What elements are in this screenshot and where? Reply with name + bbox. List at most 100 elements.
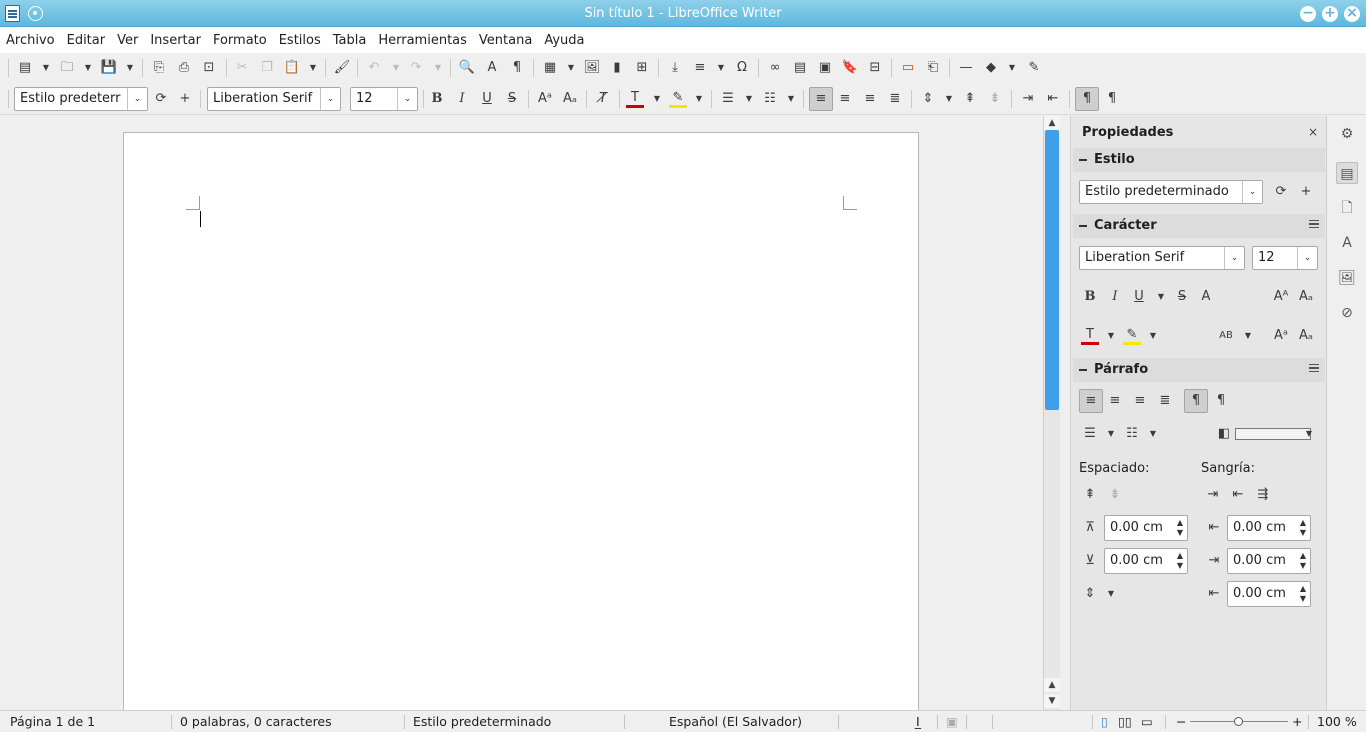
track-changes-icon[interactable]: ⎗ (924, 59, 942, 77)
font-color-dropdown-icon[interactable]: ▼ (653, 90, 661, 108)
spin-arrows-icon[interactable]: ▲ ▼ (1300, 584, 1306, 604)
highlight-color-icon[interactable]: ✎ (669, 90, 687, 108)
single-page-view-icon[interactable]: ▯ (1101, 714, 1108, 729)
zoom-slider-handle[interactable] (1234, 717, 1243, 726)
insert-image-icon[interactable]: 🖼 (583, 59, 601, 77)
insert-hyperlink-icon[interactable]: ∞ (766, 59, 784, 77)
chevron-down-icon[interactable]: ⌄ (397, 88, 417, 110)
copy-icon[interactable]: ❐ (258, 59, 276, 77)
close-button[interactable]: × (1344, 6, 1360, 22)
left-to-right-icon[interactable]: ¶ (1184, 389, 1208, 413)
field-dropdown-icon[interactable]: ▼ (717, 59, 725, 77)
print-icon[interactable]: ⎙ (175, 59, 193, 77)
chevron-down-icon[interactable]: ⌄ (1297, 247, 1317, 269)
align-center-icon[interactable]: ≡ (836, 90, 854, 108)
paragraph-background-icon[interactable]: ◧ (1215, 425, 1233, 443)
first-line-indent-field[interactable]: 0.00 cm ▲ ▼ (1227, 581, 1311, 607)
redo-icon[interactable]: ↷ (407, 59, 425, 77)
cut-icon[interactable]: ✂ (233, 59, 251, 77)
align-right-icon[interactable]: ≡ (1131, 392, 1149, 410)
page-count[interactable]: Página 1 de 1 (10, 714, 95, 729)
bold-icon[interactable]: B (428, 90, 446, 108)
open-dropdown-icon[interactable]: ▼ (84, 59, 92, 77)
formatting-marks-icon[interactable]: ¶ (508, 59, 526, 77)
menu-ver[interactable]: Ver (117, 33, 138, 48)
font-size-combo[interactable]: 12 ⌄ (350, 87, 418, 111)
below-paragraph-spacing-field[interactable]: 0.00 cm ▲ ▼ (1104, 548, 1188, 574)
find-replace-icon[interactable]: 🔍 (458, 59, 476, 77)
zoom-level[interactable]: 100 % (1317, 714, 1357, 729)
insert-chart-icon[interactable]: ▮ (608, 59, 626, 77)
menu-estilos[interactable]: Estilos (279, 33, 321, 48)
more-options-icon[interactable] (1309, 220, 1319, 228)
shadow-icon[interactable]: A (1197, 288, 1215, 306)
tab-page-icon[interactable]: 🗋 (1336, 197, 1358, 219)
zoom-in-icon[interactable]: + (1292, 714, 1302, 729)
chevron-down-icon[interactable]: ⌄ (1224, 247, 1244, 269)
spin-arrows-icon[interactable]: ▲ ▼ (1177, 551, 1183, 571)
maximize-button[interactable]: + (1322, 6, 1338, 22)
insert-table-icon[interactable]: ▦ (541, 59, 559, 77)
decrease-paragraph-spacing-icon[interactable]: ⇟ (986, 90, 1004, 108)
table-dropdown-icon[interactable]: ▼ (567, 59, 575, 77)
menu-tabla[interactable]: Tabla (333, 33, 367, 48)
basic-shapes-icon[interactable]: ◆ (982, 59, 1000, 77)
tab-gallery-icon[interactable]: 🖼 (1336, 267, 1358, 289)
redo-dropdown-icon[interactable]: ▼ (434, 59, 442, 77)
menu-herramientas[interactable]: Herramientas (378, 33, 467, 48)
decrease-indent-icon[interactable]: ⇤ (1044, 90, 1062, 108)
sidebar-font-name-combo[interactable]: Liberation Serif ⌄ (1079, 246, 1245, 270)
align-left-icon[interactable]: ≡ (809, 87, 833, 111)
collapse-icon[interactable] (1079, 369, 1087, 371)
insert-cross-reference-icon[interactable]: ⊟ (866, 59, 884, 77)
menu-editar[interactable]: Editar (67, 33, 106, 48)
special-character-icon[interactable]: Ω (733, 59, 751, 77)
new-style-icon[interactable]: + (176, 90, 194, 108)
spelling-icon[interactable]: A (483, 59, 501, 77)
style-section-header[interactable]: Estilo (1073, 148, 1325, 172)
scroll-up-icon[interactable]: ▲ (1044, 116, 1060, 130)
font-color-dropdown-icon[interactable]: ▼ (1102, 327, 1120, 345)
underline-dropdown-icon[interactable]: ▼ (1152, 288, 1170, 306)
spin-arrows-icon[interactable]: ▲ ▼ (1177, 518, 1183, 538)
hanging-indent-icon[interactable]: ⇶ (1254, 486, 1272, 504)
vertical-scrollbar[interactable]: ▲ ▲ ▼ (1043, 116, 1060, 710)
left-to-right-icon[interactable]: ¶ (1075, 87, 1099, 111)
character-spacing-icon[interactable]: AB (1217, 327, 1235, 345)
unordered-list-icon[interactable]: ☰ (1081, 425, 1099, 443)
line-spacing-icon[interactable]: ⇕ (1081, 585, 1099, 603)
spacing-dropdown-icon[interactable]: ▼ (1239, 327, 1257, 345)
menu-insertar[interactable]: Insertar (150, 33, 201, 48)
menu-formato[interactable]: Formato (213, 33, 267, 48)
undo-icon[interactable]: ↶ (365, 59, 383, 77)
paste-icon[interactable]: 📋 (283, 59, 301, 77)
language-status[interactable]: Español (El Salvador) (669, 714, 802, 729)
book-view-icon[interactable]: ▭ (1141, 714, 1153, 729)
print-preview-icon[interactable]: ⊡ (200, 59, 218, 77)
sidebar-settings-icon[interactable]: ⚙ (1336, 123, 1358, 145)
before-text-indent-field[interactable]: 0.00 cm ▲ ▼ (1227, 515, 1311, 541)
spin-arrows-icon[interactable]: ▲ ▼ (1300, 518, 1306, 538)
close-icon[interactable]: × (1308, 125, 1318, 139)
unordered-list-icon[interactable]: ☰ (719, 90, 737, 108)
insert-endnote-icon[interactable]: ▣ (816, 59, 834, 77)
insert-mode-icon[interactable]: I̲ (916, 714, 920, 729)
highlight-color-icon[interactable]: ✎ (1123, 327, 1141, 345)
tab-styles-icon[interactable]: A (1336, 232, 1358, 254)
multi-page-view-icon[interactable]: ▯▯ (1118, 714, 1132, 729)
insert-page-break-icon[interactable]: ⤓ (666, 59, 684, 77)
new-style-icon[interactable]: + (1297, 183, 1315, 201)
clear-formatting-icon[interactable]: T̸ (594, 90, 612, 108)
new-document-icon[interactable]: ▤ (16, 59, 34, 77)
underline-icon[interactable]: U (1130, 288, 1148, 306)
align-center-icon[interactable]: ≡ (1106, 392, 1124, 410)
ordered-list-dropdown-icon[interactable]: ▼ (1144, 425, 1162, 443)
increase-paragraph-spacing-icon[interactable]: ⇞ (1081, 486, 1099, 504)
clone-formatting-icon[interactable]: 🖌 (333, 59, 351, 77)
align-left-icon[interactable]: ≡ (1079, 389, 1103, 413)
insert-comment-icon[interactable]: ▭ (899, 59, 917, 77)
undo-dropdown-icon[interactable]: ▼ (392, 59, 400, 77)
insert-textbox-icon[interactable]: ⊞ (633, 59, 651, 77)
insert-field-icon[interactable]: ≡ (691, 59, 709, 77)
line-spacing-dropdown-icon[interactable]: ▼ (945, 90, 953, 108)
